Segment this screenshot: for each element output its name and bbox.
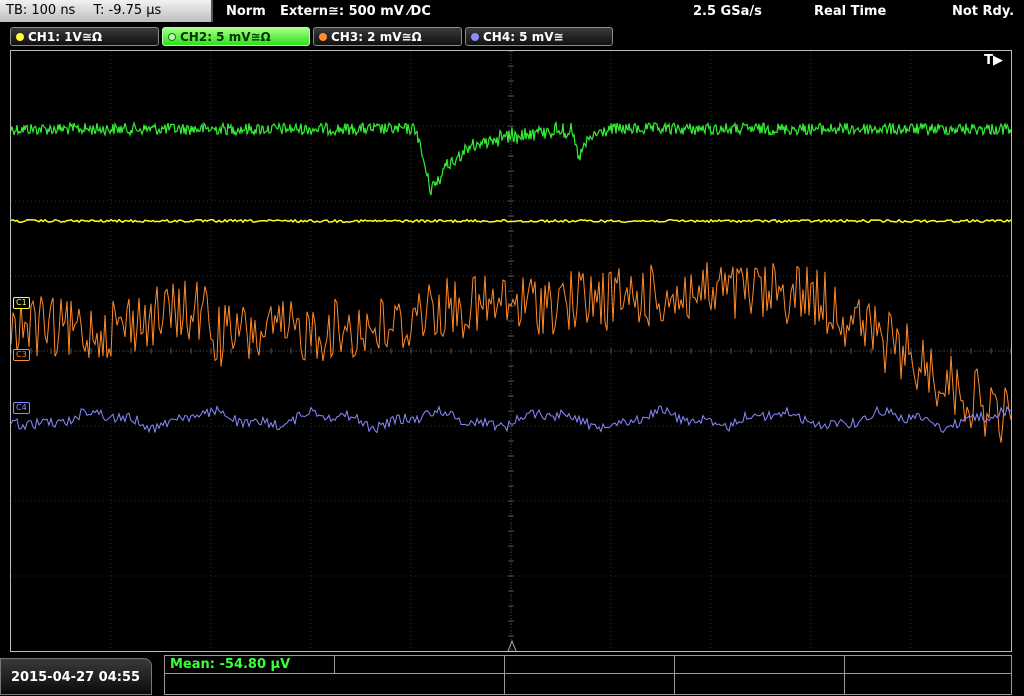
datetime-display[interactable]: 2015-04-27 04:55 <box>0 658 152 695</box>
channel-3-color-icon <box>319 33 327 41</box>
measurement-panel[interactable]: Mean: -54.80 µV <box>164 655 1012 695</box>
trigger-time-value: T: -9.75 µs <box>93 3 162 18</box>
channel-4-button[interactable]: CH4: 5 mV≅ <box>465 27 613 46</box>
channel-4-offset-marker[interactable]: C4 <box>13 402 30 414</box>
channel-1-color-icon <box>16 33 24 41</box>
channel-4-color-icon <box>471 33 479 41</box>
mean-measurement: Mean: -54.80 µV <box>170 657 291 672</box>
channel-2-color-icon <box>168 33 176 41</box>
measurement-value-cell-3 <box>675 674 845 695</box>
measurement-cell-1: Mean: -54.80 µV <box>165 656 335 673</box>
channel-2-button[interactable]: CH2: 5 mV≅Ω <box>162 27 310 46</box>
channel-2-waveform <box>11 120 1011 196</box>
measurement-header-row: Mean: -54.80 µV <box>165 656 1011 674</box>
channel-1-waveform <box>11 218 1011 224</box>
timebase-value: TB: 100 ns <box>6 3 76 18</box>
bottom-bar: 2015-04-27 04:55 Mean: -54.80 µV <box>0 655 1024 695</box>
timebase-panel[interactable]: TB: 100 ns T: -9.75 µs <box>0 0 213 22</box>
trigger-mode[interactable]: Norm <box>226 0 266 24</box>
acquisition-mode[interactable]: Real Time <box>814 0 886 24</box>
channel-3-label: CH3: 2 mV≅Ω <box>331 30 422 44</box>
measurement-cell-2 <box>335 656 505 673</box>
sample-rate[interactable]: 2.5 GSa/s <box>693 0 762 24</box>
trigger-marker: T▶ <box>984 53 1003 68</box>
channel-3-button[interactable]: CH3: 2 mV≅Ω <box>313 27 462 46</box>
waveform-canvas <box>11 51 1011 651</box>
measurement-cell-4 <box>675 656 845 673</box>
trigger-source[interactable]: Extern≅: 500 mV ⁄DC <box>280 0 431 24</box>
channel-1-offset-marker[interactable]: C1 <box>13 297 30 309</box>
channel-1-button[interactable]: CH1: 1V≅Ω <box>10 27 159 46</box>
waveform-display[interactable]: T▶ C1 C3 C4 <box>10 50 1012 652</box>
measurement-value-cell-2 <box>505 674 675 695</box>
channel-3-offset-marker[interactable]: C3 <box>13 349 30 361</box>
channel-2-label: CH2: 5 mV≅Ω <box>180 30 271 44</box>
status-bar: TB: 100 ns T: -9.75 µs Norm Extern≅: 500… <box>0 0 1024 24</box>
measurement-cell-3 <box>505 656 675 673</box>
channel-4-label: CH4: 5 mV≅ <box>483 30 564 44</box>
channel-1-label: CH1: 1V≅Ω <box>28 30 103 44</box>
trigger-position-icon <box>507 639 517 651</box>
graticule-grid <box>11 51 1011 651</box>
trigger-status: Not Rdy. <box>952 4 1015 19</box>
measurement-value-cell-1 <box>165 674 505 695</box>
channel-bar: CH1: 1V≅Ω CH2: 5 mV≅Ω CH3: 2 mV≅Ω CH4: 5… <box>0 24 1024 48</box>
